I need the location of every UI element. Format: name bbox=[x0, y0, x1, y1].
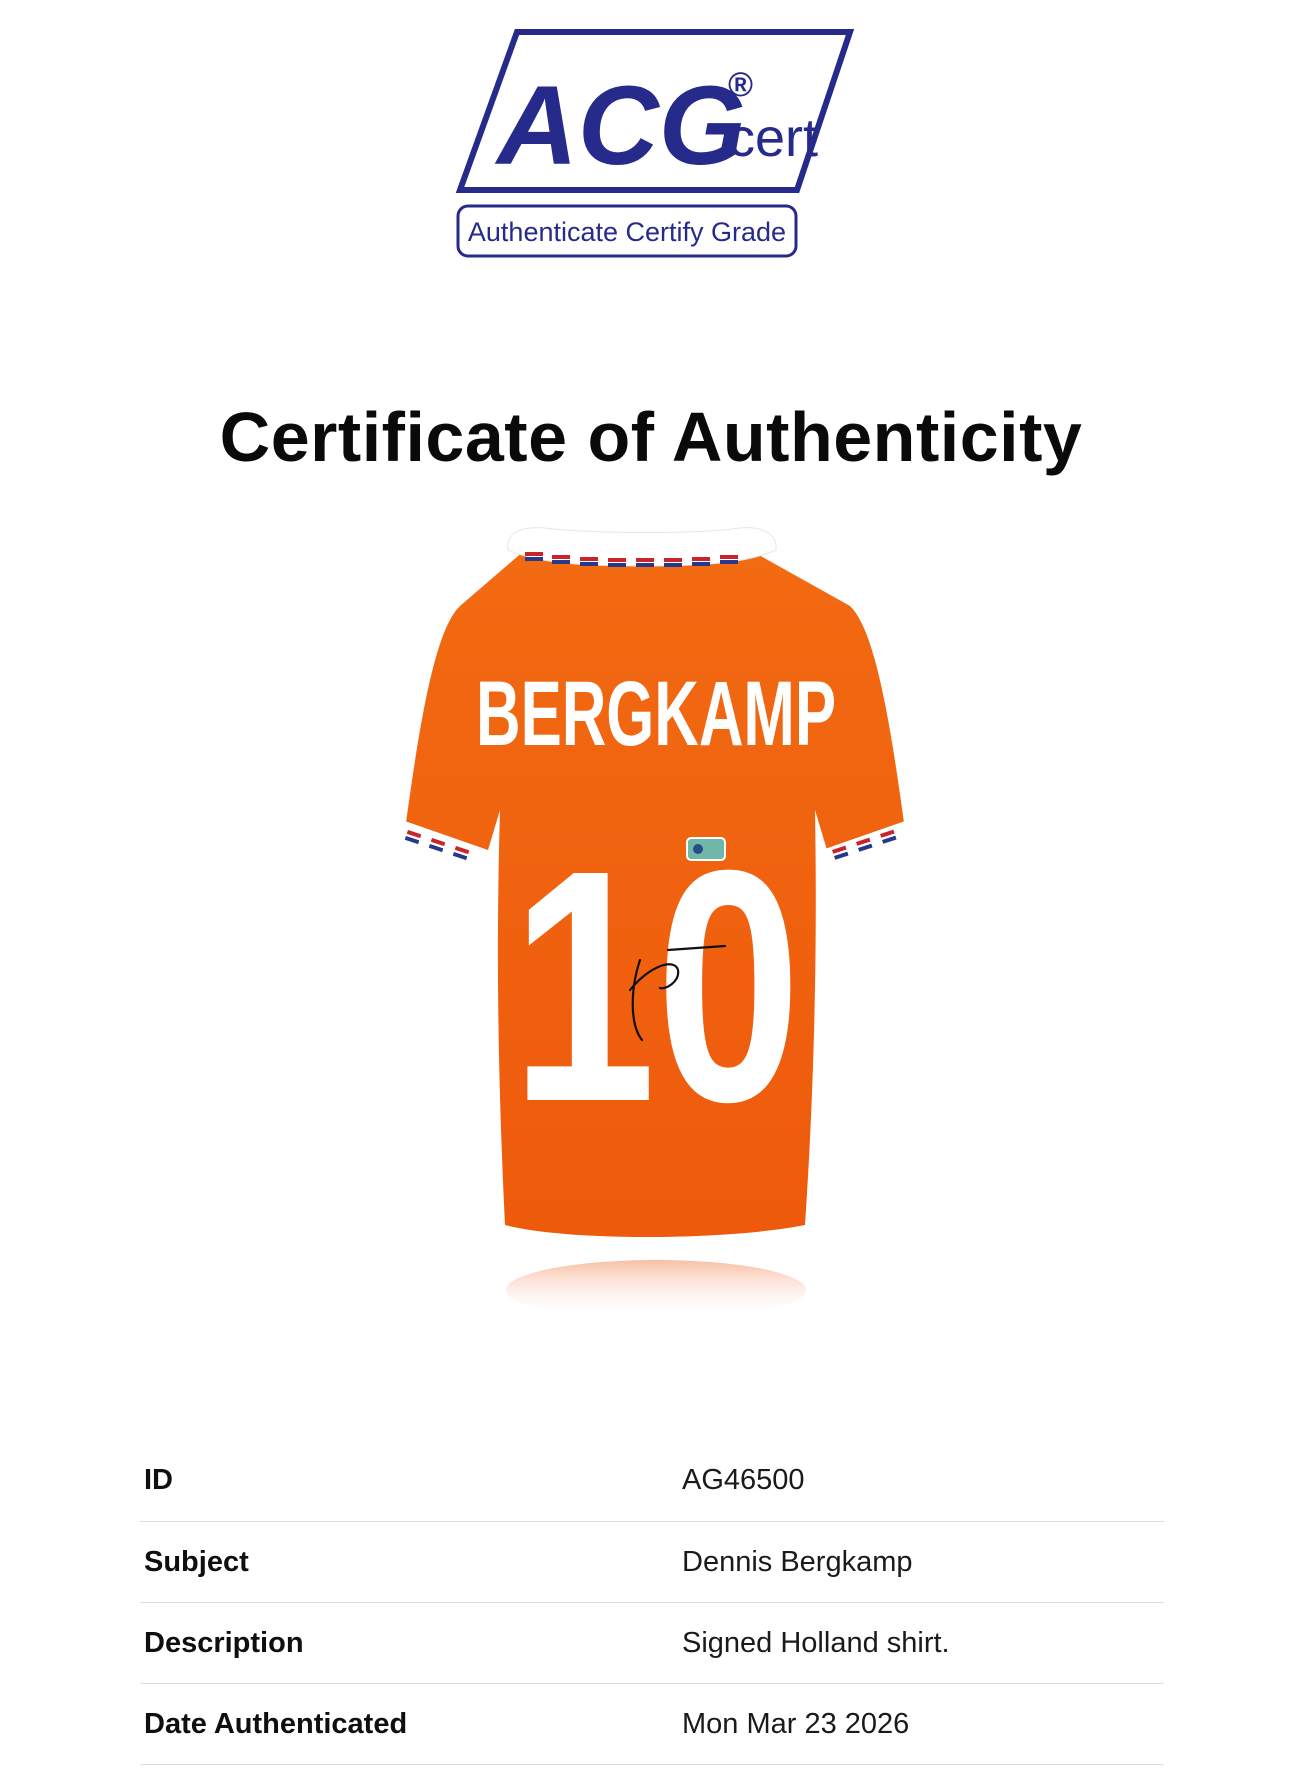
detail-label: Subject bbox=[144, 1545, 249, 1578]
logo-registered-mark: ® bbox=[728, 66, 753, 104]
detail-row-id: ID AG46500 bbox=[140, 1434, 1164, 1522]
detail-row-description: Description Signed Holland shirt. bbox=[140, 1603, 1164, 1684]
hologram-sticker-icon bbox=[686, 837, 726, 861]
acg-logo: ACG ® cert Authenticate Certify Grade bbox=[455, 28, 855, 268]
detail-label: Date Authenticated bbox=[144, 1707, 408, 1740]
shirt-number-text: 10 bbox=[511, 801, 801, 1170]
product-image: BERGKAMP 10 bbox=[330, 520, 980, 1390]
detail-row-subject: Subject Dennis Bergkamp bbox=[140, 1522, 1164, 1603]
detail-value: Signed Holland shirt. bbox=[682, 1626, 950, 1659]
logo-brand-text: ACG bbox=[494, 63, 746, 188]
detail-row-date-authenticated: Date Authenticated Mon Mar 23 2026 bbox=[140, 1684, 1164, 1765]
shirt-name-text: BERGKAMP bbox=[476, 663, 836, 765]
detail-value: Dennis Bergkamp bbox=[682, 1545, 913, 1578]
detail-label: ID bbox=[144, 1464, 173, 1496]
certificate-details: ID AG46500 Subject Dennis Bergkamp Descr… bbox=[140, 1434, 1164, 1765]
detail-value: AG46500 bbox=[682, 1464, 805, 1496]
detail-label: Description bbox=[144, 1626, 304, 1659]
logo-tagline: Authenticate Certify Grade bbox=[468, 217, 786, 247]
logo-suffix-text: cert bbox=[728, 108, 818, 168]
acg-logo-icon: ACG ® cert Authenticate Certify Grade bbox=[455, 29, 855, 258]
signed-shirt-icon: BERGKAMP 10 bbox=[398, 527, 912, 1320]
page-title: Certificate of Authenticity bbox=[219, 397, 1083, 476]
detail-value: Mon Mar 23 2026 bbox=[682, 1707, 910, 1740]
